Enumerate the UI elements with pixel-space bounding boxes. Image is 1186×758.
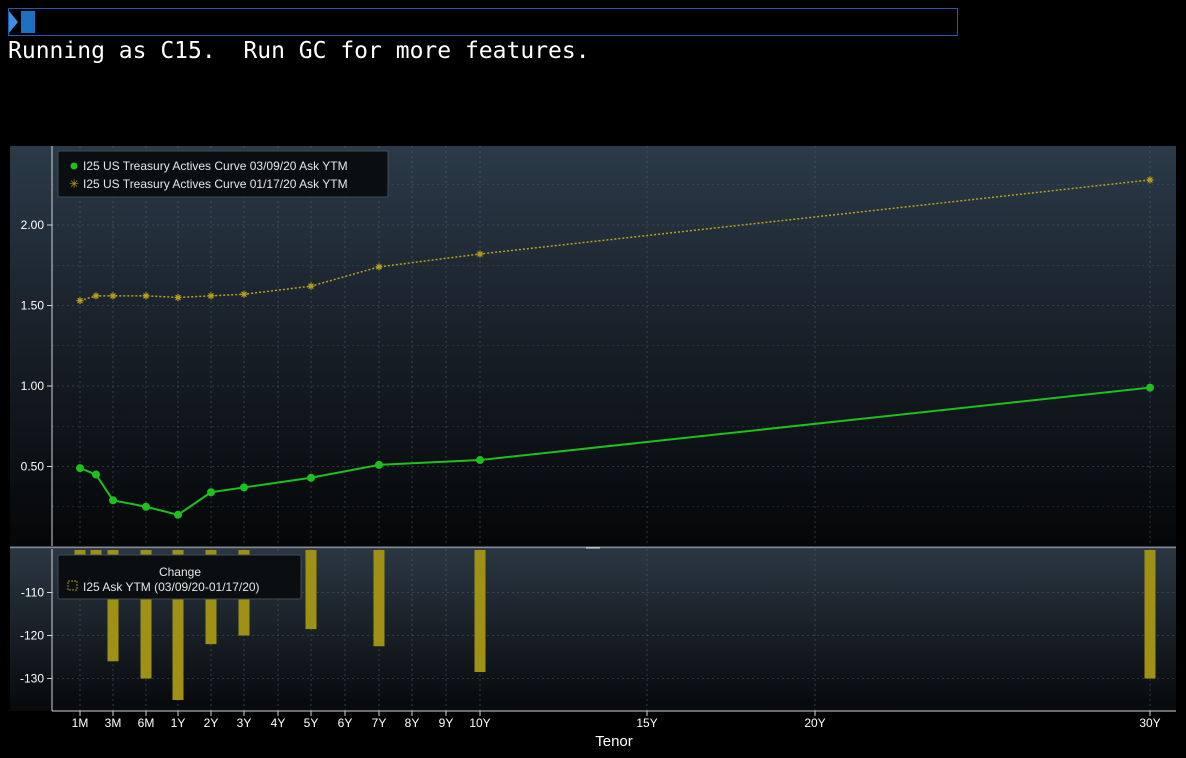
- current-curve-point: [307, 473, 315, 482]
- current-curve-point: [375, 460, 383, 469]
- x-tick-label: 4Y: [271, 716, 286, 730]
- main-legend: I25 US Treasury Actives Curve 03/09/20 A…: [57, 150, 389, 198]
- x-tick-label: 10Y: [469, 716, 490, 730]
- change-bar: [373, 550, 385, 647]
- x-tick-label: 5Y: [304, 716, 319, 730]
- legend-label-previous: I25 US Treasury Actives Curve 01/17/20 A…: [83, 177, 348, 191]
- current-curve-point: [1146, 383, 1154, 392]
- x-tick-label: 9Y: [439, 716, 454, 730]
- change-legend-label: I25 Ask YTM (03/09/20-01/17/20): [83, 580, 260, 594]
- x-tick-label: 6Y: [338, 716, 353, 730]
- current-curve-point: [76, 464, 84, 473]
- change-bar: [474, 550, 486, 673]
- change-legend: Change I25 Ask YTM (03/09/20-01/17/20): [57, 554, 302, 600]
- previous-curve-point: [1146, 176, 1154, 184]
- x-tick-label: 15Y: [636, 716, 657, 730]
- x-tick-label: 30Y: [1139, 716, 1160, 730]
- legend-circle-marker-icon: [70, 162, 78, 170]
- y-tick-label: 1.50: [21, 299, 45, 313]
- y-tick-label: -110: [21, 586, 44, 600]
- y-tick-label: -130: [20, 672, 44, 686]
- change-bar: [305, 550, 317, 630]
- current-curve-point: [240, 483, 248, 492]
- x-tick-label: 6M: [138, 716, 155, 730]
- x-tick-label: 1Y: [171, 716, 186, 730]
- yield-curve-chart: 0.50 1.00 1.50 2.00 -110 -120 -130 1M 3M 6M 1Y 2Y 3Y…: [10, 146, 1176, 750]
- change-legend-title: Change: [159, 565, 201, 579]
- current-curve-point: [109, 496, 117, 505]
- current-curve-point: [174, 510, 182, 519]
- x-tick-label: 8Y: [405, 716, 420, 730]
- current-curve-point: [207, 488, 215, 497]
- current-curve-point: [476, 456, 484, 465]
- x-tick-label: 20Y: [804, 716, 825, 730]
- y-tick-label: -120: [20, 629, 44, 643]
- change-bar: [1144, 550, 1156, 679]
- y-tick-label: 2.00: [21, 218, 45, 232]
- current-curve-point: [142, 502, 150, 511]
- current-curve-point: [92, 470, 100, 479]
- legend-label-current: I25 US Treasury Actives Curve 03/09/20 A…: [83, 159, 348, 173]
- y-tick-label: 1.00: [21, 379, 45, 393]
- x-tick-label: 3Y: [237, 716, 252, 730]
- x-tick-label: 1M: [72, 716, 89, 730]
- x-tick-label: 3M: [105, 716, 122, 730]
- x-tick-label: 7Y: [372, 716, 387, 730]
- x-tick-label: 2Y: [204, 716, 219, 730]
- x-axis-label: Tenor: [595, 733, 633, 750]
- legend-star-marker-icon: ✳: [69, 177, 79, 191]
- y-tick-label: 0.50: [21, 460, 45, 474]
